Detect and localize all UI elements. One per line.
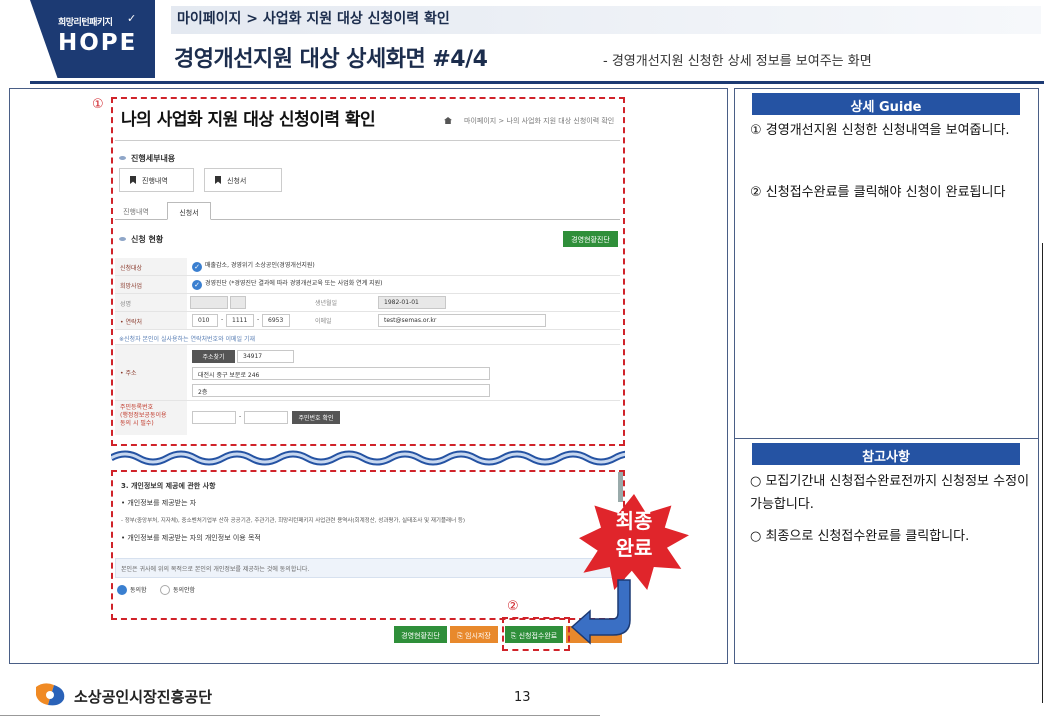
- footer-line: [0, 715, 600, 716]
- edge-line: [1042, 243, 1043, 703]
- highlight-box-2: [502, 617, 570, 651]
- slide-subtitle: - 경영개선지원 신청한 상세 정보를 보여주는 화면: [603, 54, 872, 69]
- diagnosis-button-bottom[interactable]: 경영현황진단: [394, 626, 447, 643]
- curved-arrow-icon: [570, 579, 631, 645]
- final-complete-text: 최종완료: [604, 508, 664, 562]
- reference-title: 참고사항: [752, 443, 1020, 465]
- semas-logo-icon: [36, 683, 65, 706]
- guide-text-2: ② 신청접수완료를 클릭해야 신청이 완료됩니다: [750, 185, 1006, 200]
- hope-logo: HOPE: [58, 30, 138, 56]
- temp-save-label: 임시저장: [465, 632, 491, 640]
- logo-small-text: 희망리턴패키지: [58, 18, 113, 28]
- page-number: 13: [514, 690, 531, 705]
- guide-panel: [734, 88, 1039, 664]
- highlight-box-1: [111, 97, 625, 446]
- slide-header: 희망리턴패키지 ✓ HOPE 마이페이지 > 사업화 지원 대상 신청이력 확인…: [0, 0, 1046, 84]
- highlight-box-section3: [111, 470, 625, 620]
- marker-one: ①: [92, 97, 104, 112]
- wave-separator: [111, 450, 625, 466]
- marker-two: ②: [507, 599, 519, 614]
- guide-title: 상세 Guide: [752, 93, 1020, 115]
- logo-check-icon: ✓: [127, 12, 137, 25]
- guide-text-1: ① 경영개선지원 신청한 신청내역을 보여줍니다.: [750, 123, 1010, 138]
- header-divider: [30, 81, 1044, 84]
- reference-text-1: ○ 모집기간내 신청접수완료전까지 신청정보 수정이 가능합니다.: [750, 474, 1030, 512]
- panel-divider: [734, 438, 1039, 439]
- organization-name: 소상공인시장진흥공단: [74, 688, 213, 706]
- reference-text-2: ○ 최종으로 신청접수완료를 클릭합니다.: [750, 529, 970, 544]
- callout-line-1: 최종: [615, 509, 653, 533]
- callout-line-2: 완료: [615, 536, 653, 560]
- slide-breadcrumb: 마이페이지 > 사업화 지원 대상 신청이력 확인: [171, 6, 1041, 34]
- slide-title: 경영개선지원 대상 상세화면 #4/4: [174, 47, 488, 72]
- save-icon: ⎘: [457, 632, 466, 640]
- temp-save-button[interactable]: ⎘ 임시저장: [450, 626, 498, 643]
